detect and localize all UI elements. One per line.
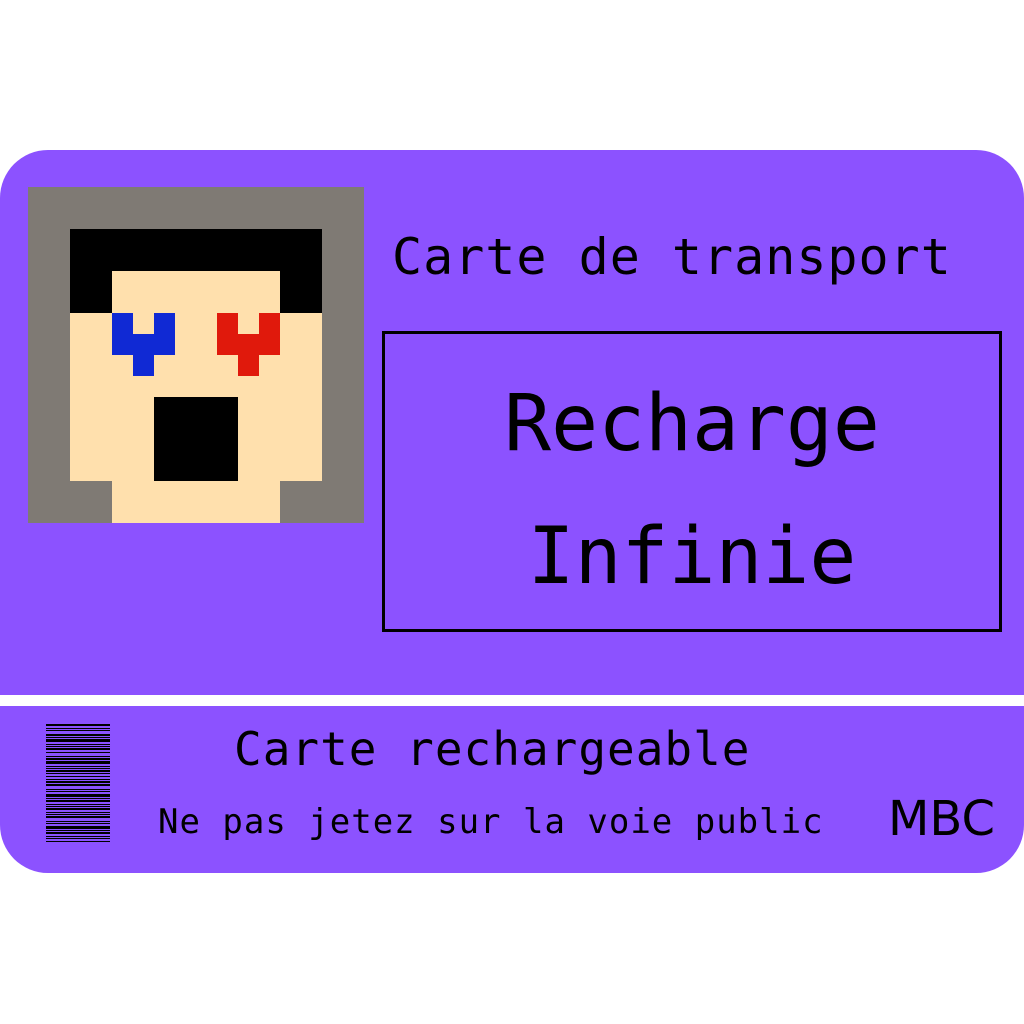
barcode-stripe bbox=[46, 756, 110, 757]
barcode-stripe bbox=[46, 746, 110, 747]
barcode-stripe bbox=[46, 794, 110, 797]
barcode-stripe bbox=[46, 838, 110, 839]
card-holder-name-line-2: Infinie bbox=[527, 512, 857, 602]
barcode-stripe bbox=[46, 724, 110, 726]
barcode-stripe bbox=[46, 766, 110, 767]
barcode-stripe bbox=[46, 798, 110, 799]
brand-label: MBC bbox=[888, 791, 996, 847]
barcode-stripe bbox=[46, 789, 110, 790]
barcode-stripe bbox=[46, 779, 110, 780]
left-eye-shape bbox=[112, 334, 175, 355]
barcode-stripe bbox=[46, 806, 110, 807]
barcode-stripe bbox=[46, 830, 110, 831]
card-title: Carte de transport bbox=[392, 228, 952, 286]
barcode-stripe bbox=[46, 728, 110, 729]
barcode-stripe bbox=[46, 776, 110, 777]
hair-shape bbox=[280, 271, 322, 313]
barcode-stripe bbox=[46, 752, 110, 753]
hair-shape bbox=[70, 271, 112, 313]
barcode-stripe bbox=[46, 823, 110, 824]
barcode-stripe bbox=[46, 836, 110, 837]
barcode-stripe bbox=[46, 730, 110, 731]
barcode-stripe bbox=[46, 758, 110, 760]
barcode-stripe bbox=[46, 821, 110, 822]
hair-shape bbox=[70, 229, 322, 271]
barcode-stripe bbox=[46, 739, 110, 742]
transport-card: Carte de transport Recharge Infinie Cart… bbox=[0, 0, 1024, 1024]
barcode-stripe bbox=[46, 744, 110, 745]
barcode-stripe bbox=[46, 816, 110, 818]
barcode-stripe bbox=[46, 804, 110, 805]
barcode-stripe bbox=[46, 768, 110, 769]
disposal-notice: Ne pas jetez sur la voie public bbox=[158, 802, 824, 842]
barcode-stripe bbox=[46, 826, 110, 829]
pixel-face-icon bbox=[28, 187, 364, 523]
barcode-stripe bbox=[46, 761, 110, 764]
barcode-stripe bbox=[46, 814, 110, 815]
barcode-stripe bbox=[46, 770, 110, 772]
barcode-stripe bbox=[46, 784, 110, 786]
barcode-stripe bbox=[46, 832, 110, 834]
barcode-stripe bbox=[46, 812, 110, 813]
barcode-icon bbox=[46, 724, 110, 842]
mouth-shape bbox=[154, 397, 238, 481]
left-eye-shape bbox=[133, 355, 154, 376]
barcode-stripe bbox=[46, 791, 110, 792]
right-eye-shape bbox=[217, 334, 280, 355]
card-holder-name-line-1: Recharge bbox=[504, 379, 880, 469]
barcode-stripe bbox=[46, 748, 110, 750]
barcode-stripe bbox=[46, 737, 110, 738]
barcode-stripe bbox=[46, 800, 110, 802]
barcode-stripe bbox=[46, 781, 110, 783]
card-subtitle: Carte rechargeable bbox=[234, 722, 751, 776]
card-holder-name-box: Recharge Infinie bbox=[382, 331, 1002, 632]
right-eye-shape bbox=[238, 355, 259, 376]
barcode-stripe bbox=[46, 841, 110, 842]
barcode-stripe bbox=[46, 773, 110, 774]
barcode-stripe bbox=[46, 808, 110, 810]
barcode-stripe bbox=[46, 734, 110, 736]
